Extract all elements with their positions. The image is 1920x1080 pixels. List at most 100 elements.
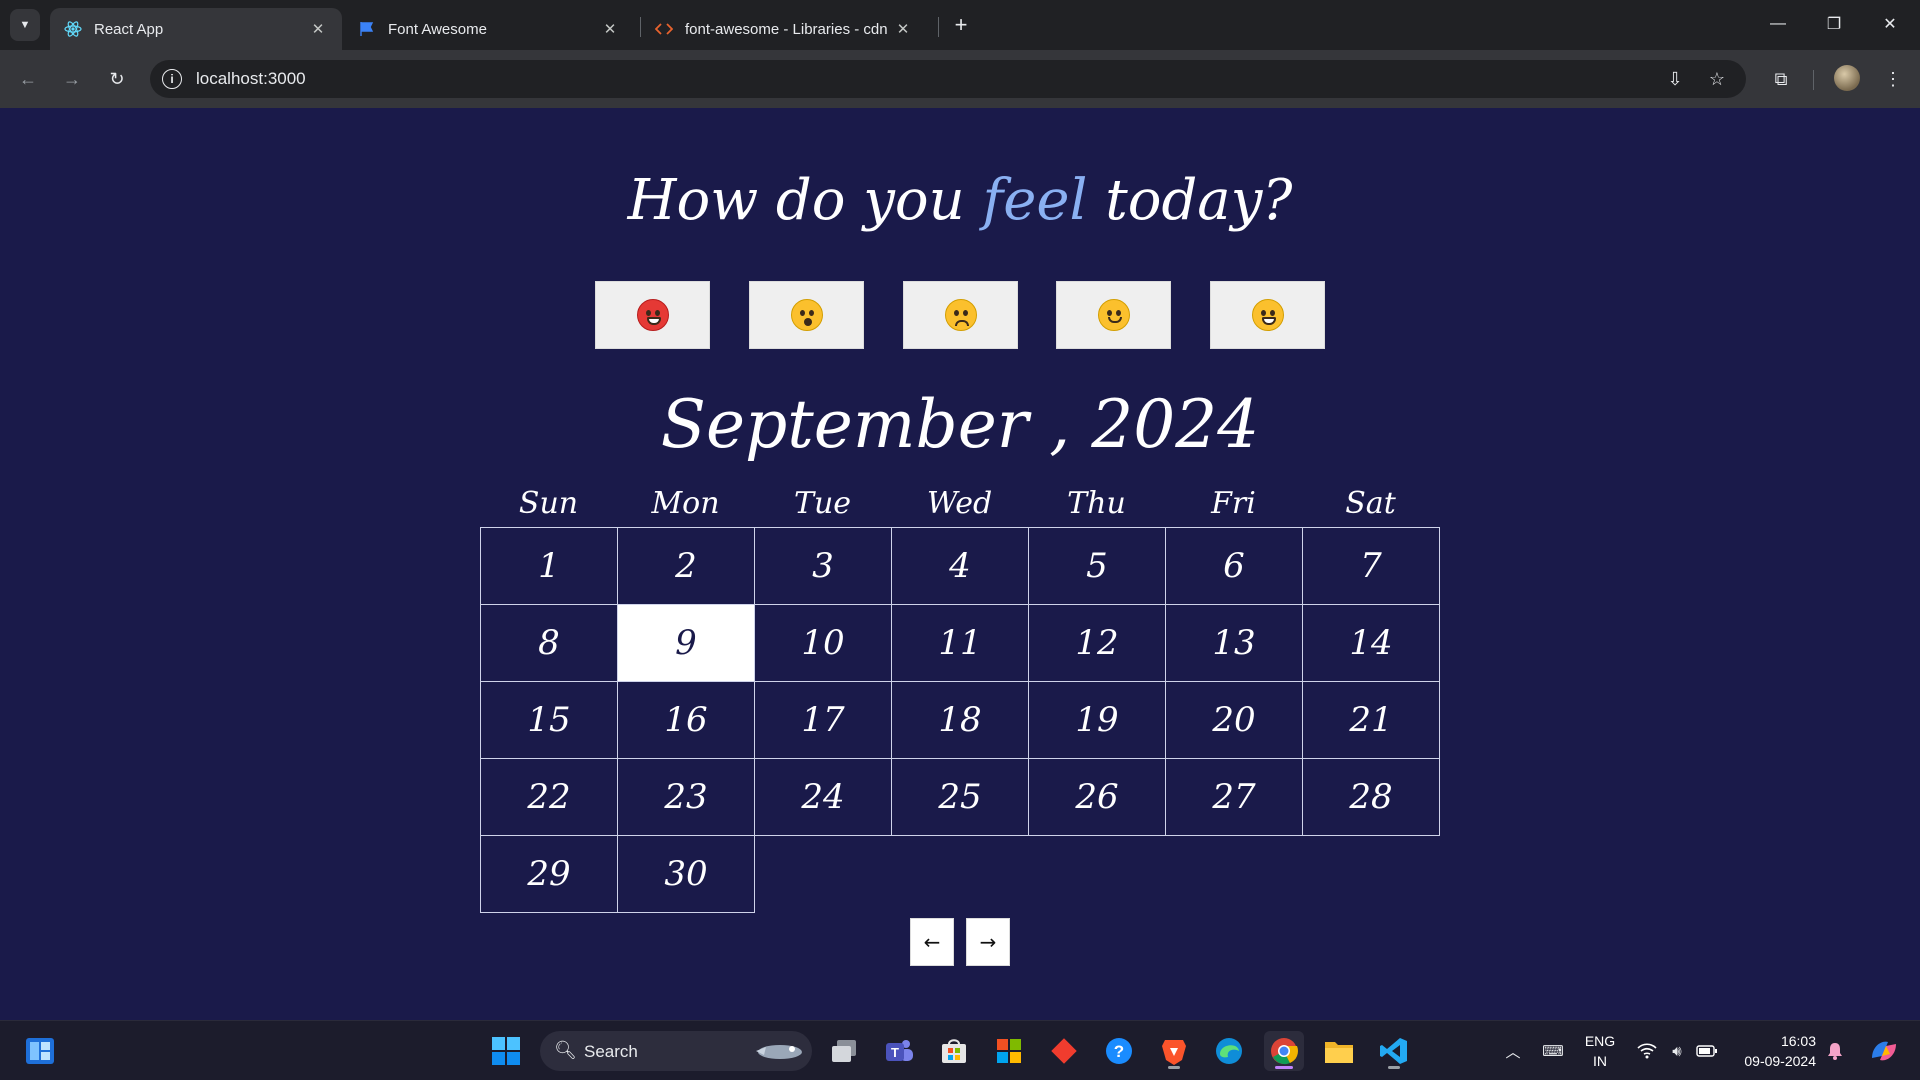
reload-icon: ↻ [109, 68, 125, 89]
minimize-button[interactable]: — [1758, 8, 1798, 40]
calendar-day[interactable]: 29 [480, 835, 618, 913]
calendar-day[interactable]: 4 [891, 527, 1029, 605]
calendar-day[interactable]: 8 [480, 604, 618, 682]
teams-button[interactable]: T [879, 1031, 919, 1071]
brave-button[interactable] [1154, 1031, 1194, 1071]
calendar-day[interactable]: 2 [617, 527, 755, 605]
mood-button-happy[interactable] [1056, 281, 1171, 349]
office-button[interactable] [989, 1031, 1029, 1071]
edge-icon [1216, 1038, 1242, 1064]
restore-button[interactable]: ❐ [1814, 8, 1854, 40]
help-button[interactable]: ? [1099, 1031, 1139, 1071]
tab-separator [938, 17, 939, 37]
start-button[interactable] [486, 1031, 526, 1071]
avatar[interactable] [1834, 65, 1860, 91]
address-bar[interactable]: i localhost:3000 ⇩ ☆ [150, 60, 1746, 98]
calendar-day[interactable]: 16 [617, 681, 755, 759]
clock-time: 16:03 [1780, 1033, 1816, 1049]
language-indicator[interactable]: ENG IN [1578, 1031, 1622, 1071]
tab-font-awesome[interactable]: Font Awesome ✕ [344, 8, 634, 50]
calendar-day[interactable]: 20 [1165, 681, 1303, 759]
keyboard-icon[interactable]: ⌨ [1538, 1021, 1568, 1080]
store-icon [942, 1039, 966, 1063]
calendar-day[interactable]: 5 [1028, 527, 1166, 605]
close-window-button[interactable]: ✕ [1870, 8, 1910, 40]
copilot-icon[interactable] [1864, 1021, 1904, 1080]
tab-title: React App [94, 20, 164, 38]
tab-cdnjs[interactable]: font-awesome - Libraries - cdnjs ✕ [641, 8, 927, 50]
back-button[interactable]: ← [13, 64, 43, 94]
tray-overflow-icon[interactable]: ︿ [1500, 1021, 1526, 1080]
calendar-day[interactable]: 28 [1302, 758, 1440, 836]
code-icon [655, 20, 673, 38]
language-region: IN [1593, 1053, 1607, 1069]
calendar-day[interactable]: 18 [891, 681, 1029, 759]
calendar-day[interactable]: 22 [480, 758, 618, 836]
install-icon[interactable]: ⇩ [1662, 66, 1688, 92]
star-icon[interactable]: ☆ [1704, 66, 1730, 92]
file-explorer-icon [1325, 1042, 1353, 1063]
new-tab-button[interactable]: + [948, 12, 974, 38]
close-icon[interactable]: ✕ [308, 19, 328, 39]
edge-button[interactable] [1209, 1031, 1249, 1071]
battery-icon[interactable] [1694, 1021, 1720, 1080]
calendar-day[interactable]: 15 [480, 681, 618, 759]
minimize-icon: — [1770, 15, 1786, 32]
info-icon[interactable]: i [162, 69, 182, 89]
calendar-day[interactable]: 3 [754, 527, 892, 605]
calendar-day[interactable]: 25 [891, 758, 1029, 836]
calendar-day[interactable]: 12 [1028, 604, 1166, 682]
address-text[interactable]: localhost:3000 [196, 69, 306, 89]
calendar-day[interactable]: 30 [617, 835, 755, 913]
vscode-button[interactable] [1374, 1031, 1414, 1071]
close-icon[interactable]: ✕ [600, 19, 620, 39]
system-clock[interactable]: 16:03 09-09-2024 [1730, 1031, 1816, 1071]
calendar-day[interactable]: 17 [754, 681, 892, 759]
widgets-button[interactable] [20, 1031, 60, 1071]
git-button[interactable] [1044, 1031, 1084, 1071]
forward-button[interactable]: → [57, 64, 87, 94]
calendar-day-today[interactable]: 9 [617, 604, 755, 682]
windows-start-icon [492, 1037, 520, 1065]
prev-month-button[interactable]: ← [910, 918, 954, 966]
calendar-day[interactable]: 1 [480, 527, 618, 605]
reload-button[interactable]: ↻ [102, 64, 132, 94]
menu-icon[interactable]: ⋮ [1878, 64, 1908, 94]
calendar-day[interactable]: 7 [1302, 527, 1440, 605]
calendar-day[interactable]: 24 [754, 758, 892, 836]
page-title: How do you feel today? [0, 168, 1920, 233]
tab-title: Font Awesome [388, 20, 487, 38]
browser-tab-bar: ▼ React App ✕ Font Awesome ✕ font-awesom… [0, 0, 1920, 50]
next-month-button[interactable]: → [966, 918, 1010, 966]
file-explorer-button[interactable] [1319, 1031, 1359, 1071]
calendar-day[interactable]: 6 [1165, 527, 1303, 605]
weekday-sun: Sun [518, 486, 579, 521]
task-view-button[interactable] [824, 1031, 864, 1071]
calendar-day[interactable]: 10 [754, 604, 892, 682]
calendar-day[interactable]: 11 [891, 604, 1029, 682]
taskbar: 🔍︎ Search T ? ︿ ⌨ ENG IN 🔊︎ 16:03 09-09-… [0, 1020, 1920, 1080]
mood-button-very-happy[interactable] [1210, 281, 1325, 349]
disappointed-face-icon [944, 299, 977, 331]
calendar-day[interactable]: 26 [1028, 758, 1166, 836]
taskbar-search[interactable]: 🔍︎ Search [540, 1031, 812, 1071]
extensions-icon[interactable]: ⧉ [1766, 64, 1796, 94]
mood-button-crying[interactable] [749, 281, 864, 349]
help-icon: ? [1106, 1038, 1132, 1064]
calendar-day[interactable]: 19 [1028, 681, 1166, 759]
mood-button-sad[interactable] [903, 281, 1018, 349]
calendar-day[interactable]: 23 [617, 758, 755, 836]
calendar-day[interactable]: 14 [1302, 604, 1440, 682]
tab-search-button[interactable]: ▼ [10, 9, 40, 41]
wifi-icon[interactable] [1634, 1021, 1660, 1080]
chrome-button[interactable] [1264, 1031, 1304, 1071]
volume-icon[interactable]: 🔊︎ [1664, 1021, 1690, 1080]
mood-button-angry[interactable] [595, 281, 710, 349]
store-button[interactable] [934, 1031, 974, 1071]
calendar-day[interactable]: 21 [1302, 681, 1440, 759]
calendar-day[interactable]: 27 [1165, 758, 1303, 836]
close-icon[interactable]: ✕ [893, 19, 913, 39]
tab-react-app[interactable]: React App ✕ [50, 8, 342, 50]
notification-bell-icon[interactable] [1822, 1021, 1848, 1080]
calendar-day[interactable]: 13 [1165, 604, 1303, 682]
